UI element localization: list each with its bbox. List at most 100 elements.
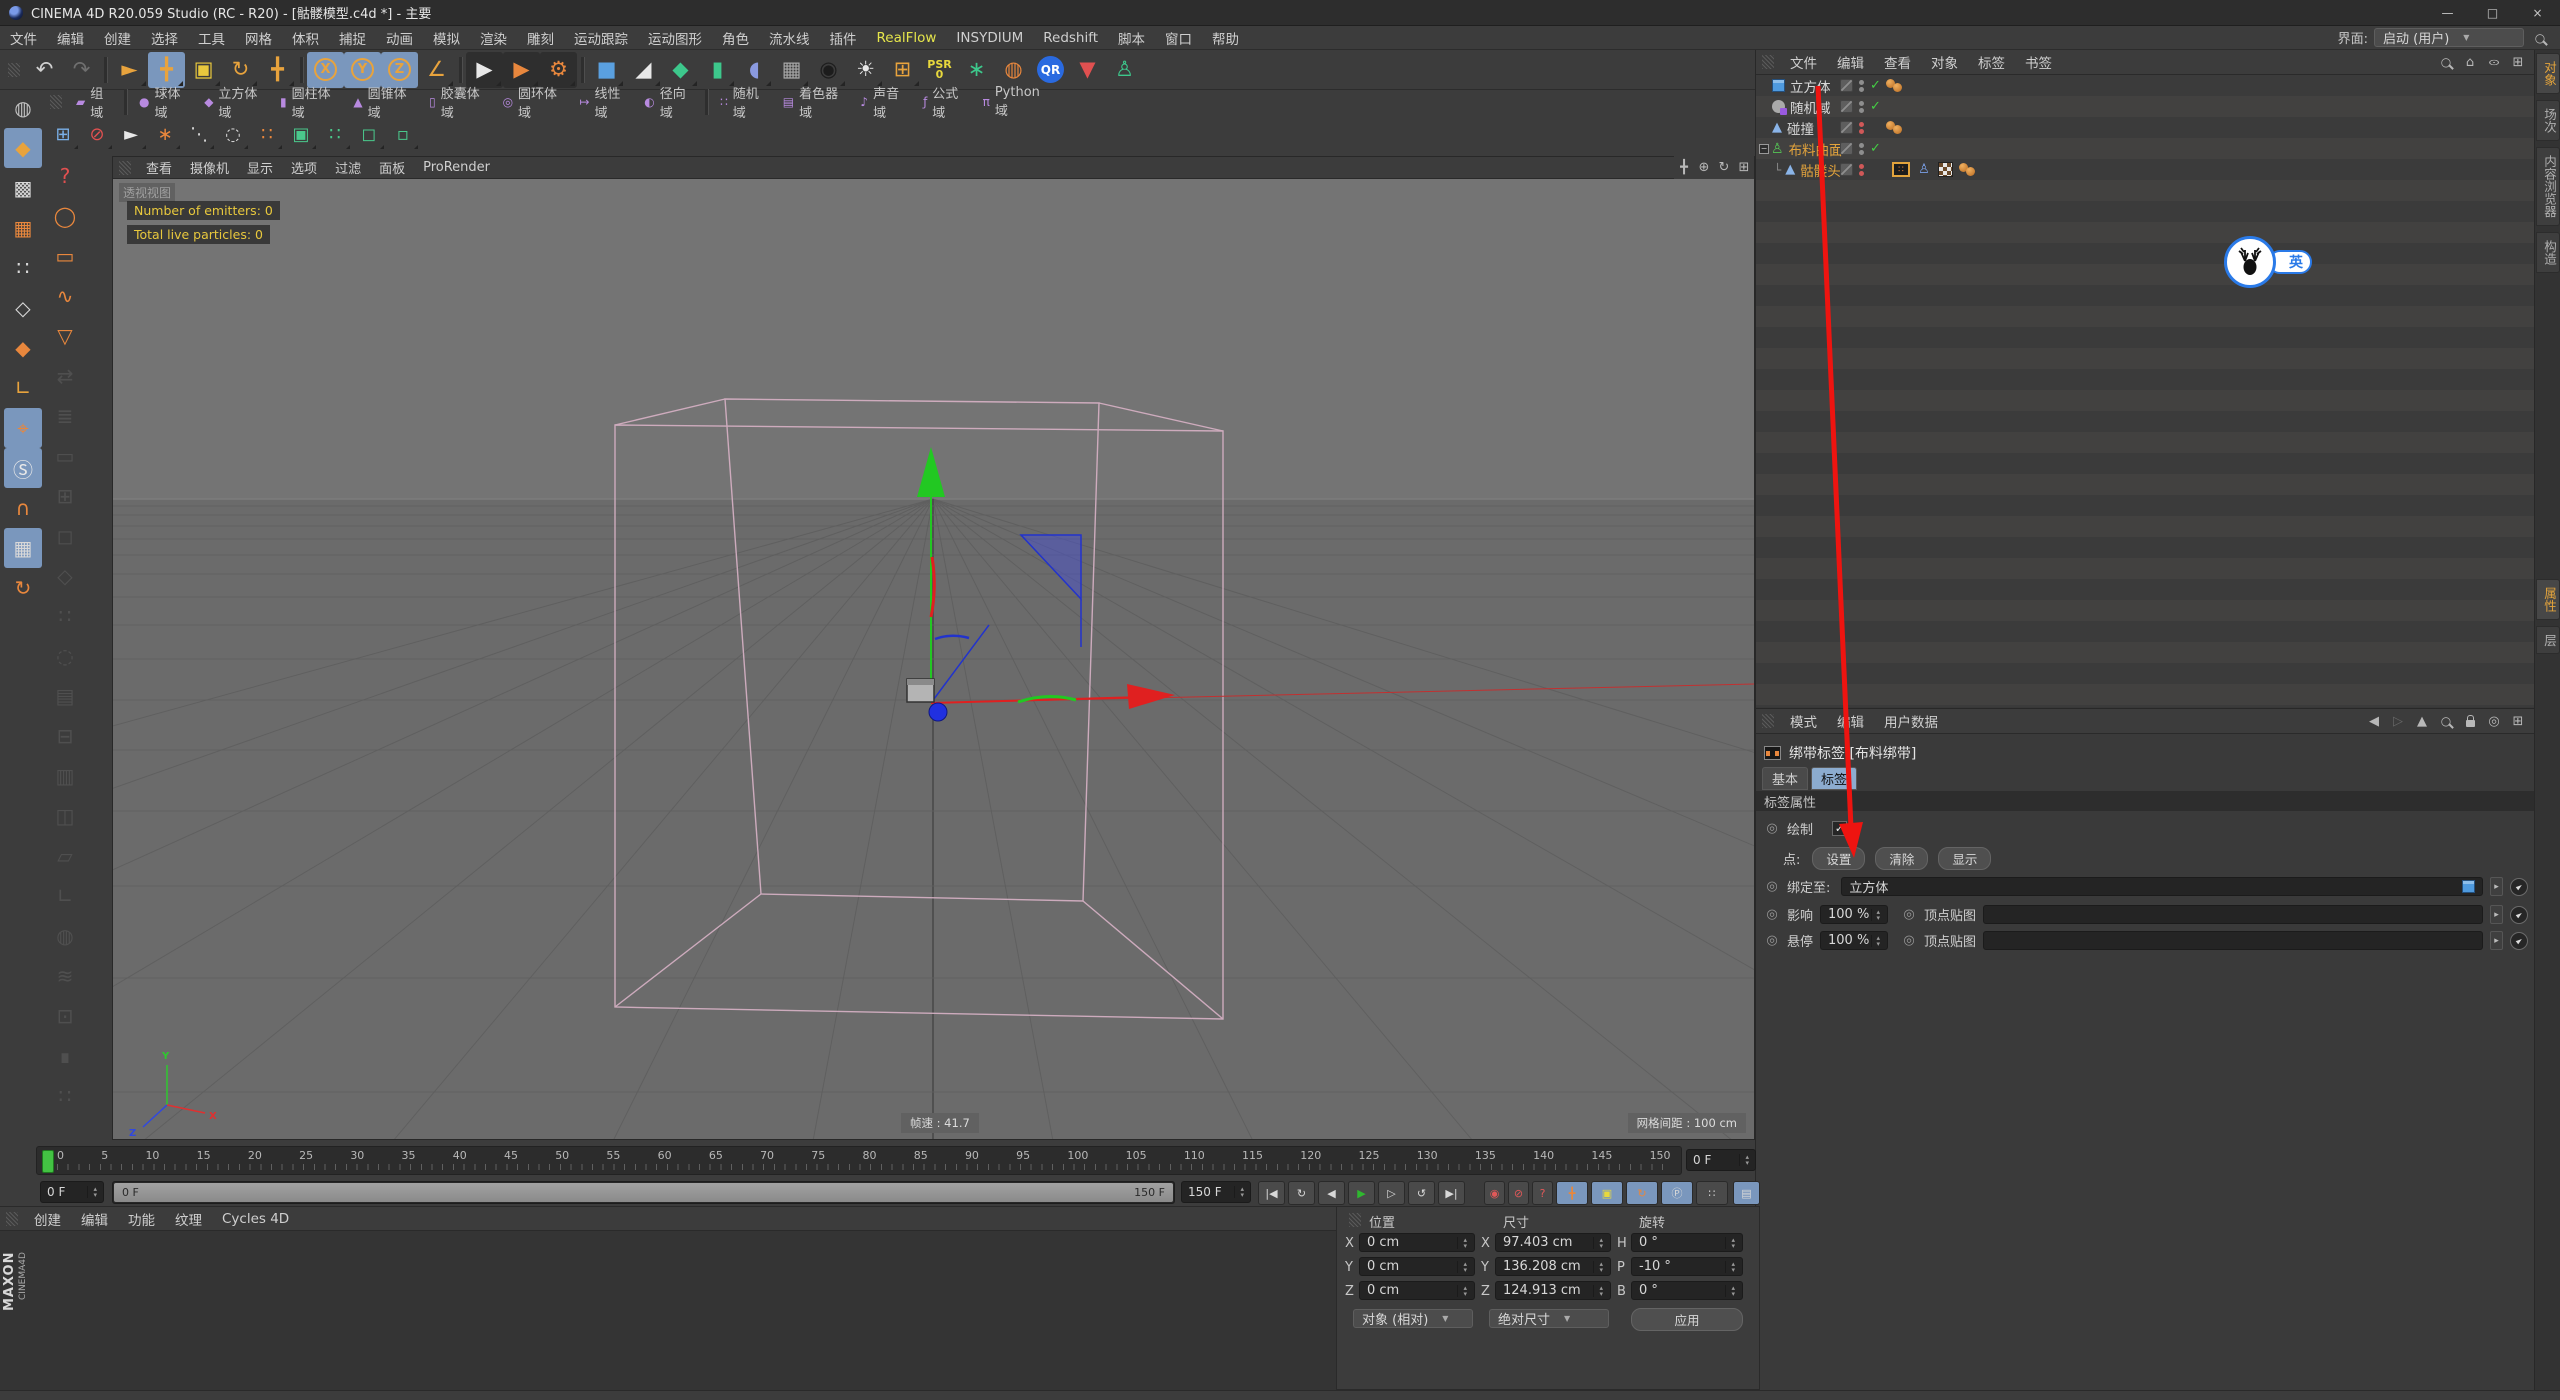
object-row-random-field[interactable]: 随机域 <box>1756 96 2534 117</box>
menu-item[interactable]: INSYDIUM <box>946 30 1033 46</box>
pos-y-field[interactable]: 0 cm <box>1359 1257 1475 1276</box>
axis-mode-icon[interactable]: ∟ <box>4 368 42 408</box>
close-icon[interactable]: × <box>2515 0 2560 25</box>
formula-field-icon[interactable]: ƒ公式域 <box>915 91 975 113</box>
panel-grip[interactable] <box>1349 1213 1361 1227</box>
extrude-tool-icon[interactable]: ≣ <box>47 396 83 436</box>
panel-grip[interactable] <box>6 1212 18 1226</box>
set-value-tool-icon[interactable]: ∎ <box>47 1036 83 1076</box>
snap-grid-points-icon[interactable]: ∷ <box>250 117 284 151</box>
menu-item[interactable]: 网格 <box>235 28 282 48</box>
snap-knot-icon[interactable]: ∗ <box>148 117 182 151</box>
om-menu-item[interactable]: 标签 <box>1968 52 2015 72</box>
tool-button[interactable] <box>581 57 584 83</box>
panel-grip[interactable] <box>1762 55 1774 69</box>
forward-icon[interactable]: ▷ <box>2388 712 2408 730</box>
playhead[interactable] <box>42 1150 54 1173</box>
spherical-field-icon[interactable]: ●球体域 <box>131 91 196 113</box>
coord-mode-dropdown[interactable]: 对象 (相对) <box>1353 1309 1473 1328</box>
material-menu-item[interactable]: 功能 <box>118 1209 165 1229</box>
downloader-icon[interactable]: ▼ <box>1069 52 1106 88</box>
undo-icon[interactable]: ↶ <box>26 52 63 88</box>
lock-icon[interactable] <box>2460 712 2480 730</box>
target-icon[interactable]: ◎ <box>2484 712 2504 730</box>
anim-dot-icon[interactable] <box>1764 879 1780 894</box>
dynamics-tag-icon[interactable] <box>1959 163 1977 177</box>
matrix-extrude-icon[interactable]: ∷ <box>47 596 83 636</box>
field-button[interactable] <box>705 89 708 115</box>
view-pan-icon[interactable]: ╋ <box>1674 158 1694 176</box>
panel-tab[interactable]: 内容浏览器 <box>2536 147 2560 226</box>
view-layout-icon[interactable]: ⊞ <box>1734 158 1754 176</box>
range-slider[interactable]: 0 F 150 F <box>112 1181 1175 1204</box>
back-icon[interactable]: ◀ <box>2364 712 2384 730</box>
object-row-cloth-surface[interactable]: − ♙ 布料曲面 <box>1756 138 2534 159</box>
brush-tool-icon[interactable]: ◍ <box>47 916 83 956</box>
normal-move-icon[interactable]: ▤ <box>47 676 83 716</box>
random-field-icon[interactable]: ∷随机域 <box>712 91 775 113</box>
snap-disable-icon[interactable]: ⊘ <box>80 117 114 151</box>
cone-field-icon[interactable]: ▲圆锥体域 <box>345 91 421 113</box>
enable-dots[interactable] <box>1859 80 1864 92</box>
anim-dot-icon[interactable] <box>1901 933 1917 948</box>
pick-object-icon[interactable] <box>2510 906 2528 924</box>
goto-end-icon[interactable]: ▶| <box>1438 1181 1465 1205</box>
pose-morph-icon[interactable]: ♙ <box>1106 52 1143 88</box>
toolbar-grip[interactable] <box>50 95 62 109</box>
layer-toggle[interactable] <box>1840 100 1853 113</box>
sound-field-icon[interactable]: ♪声音域 <box>852 91 915 113</box>
rot-b-field[interactable]: 0 ° <box>1631 1281 1743 1300</box>
radial-field-icon[interactable]: ◐径向域 <box>636 91 701 113</box>
layer-toggle[interactable] <box>1840 163 1853 176</box>
view-rotate-icon[interactable]: ↻ <box>1714 158 1734 176</box>
timeline-window-icon[interactable]: ▤ <box>1733 1181 1760 1205</box>
edges-mode-icon[interactable]: ◇ <box>4 288 42 328</box>
menu-item[interactable]: 运动图形 <box>638 28 712 48</box>
disable-dots[interactable] <box>1859 122 1864 134</box>
viewport-grip[interactable] <box>119 161 131 175</box>
anim-dot-icon[interactable] <box>1764 933 1780 948</box>
linear-field-icon[interactable]: ↦线性域 <box>571 91 636 113</box>
normal-rotate-icon[interactable]: ▥ <box>47 756 83 796</box>
snap-cube-points-icon[interactable]: ▣ <box>284 117 318 151</box>
normal-scale-icon[interactable]: ⊟ <box>47 716 83 756</box>
snap-spline-icon[interactable]: ► <box>114 117 148 151</box>
stitch-tool-icon[interactable]: ▱ <box>47 836 83 876</box>
weld-tool-icon[interactable]: ∟ <box>47 876 83 916</box>
menu-item[interactable]: 运动跟踪 <box>564 28 638 48</box>
anim-dot-icon[interactable] <box>1901 907 1917 922</box>
model-mode-icon[interactable]: ◆ <box>4 128 42 168</box>
cloth-tag-icon[interactable]: ♙ <box>1916 162 1932 177</box>
view-zoom-icon[interactable]: ⊕ <box>1694 158 1714 176</box>
anim-dot-icon[interactable] <box>1764 821 1780 836</box>
add-icon[interactable]: ⊞ <box>2508 712 2528 730</box>
pos-x-field[interactable]: 0 cm <box>1359 1233 1475 1252</box>
dynamics-tag-icon[interactable] <box>1886 121 1904 135</box>
material-list-area[interactable] <box>0 1231 1336 1390</box>
disable-dots[interactable] <box>1859 164 1864 176</box>
qr-cycles-icon[interactable]: QR <box>1032 52 1069 88</box>
menu-item[interactable]: 窗口 <box>1155 28 1202 48</box>
object-row-skull[interactable]: └ ▲ 骷髅头 ∷ ♙ <box>1756 159 2534 180</box>
key-parameter-icon[interactable]: Ⓟ <box>1661 1181 1693 1205</box>
shader-field-icon[interactable]: ▤着色器域 <box>775 91 853 113</box>
field-button[interactable] <box>124 89 127 115</box>
size-mode-dropdown[interactable]: 绝对尺寸 <box>1489 1309 1609 1328</box>
key-rotation-icon[interactable]: ↻ <box>1626 1181 1658 1205</box>
material-menu-item[interactable]: Cycles 4D <box>212 1211 299 1227</box>
point-action-button[interactable]: 设置 <box>1812 847 1865 870</box>
snap-s-icon[interactable]: Ⓢ <box>4 448 42 488</box>
menu-item[interactable]: 脚本 <box>1108 28 1155 48</box>
dynamics-tag-icon[interactable] <box>1886 79 1904 93</box>
am-tab[interactable]: 基本 <box>1762 767 1808 790</box>
pointer-icon[interactable]: ▲ <box>2412 712 2432 730</box>
workplane-lock-icon[interactable]: ▦ <box>4 528 42 568</box>
viewport-menu-item[interactable]: 摄像机 <box>181 158 238 177</box>
am-tab[interactable]: 标签 <box>1811 767 1857 790</box>
menu-item[interactable]: 雕刻 <box>517 28 564 48</box>
viewport-menu-item[interactable]: 面板 <box>370 158 414 177</box>
live-selection-icon[interactable]: ◯ <box>47 196 83 236</box>
minimize-icon[interactable]: — <box>2425 0 2470 25</box>
pick-object-icon[interactable] <box>2510 932 2528 950</box>
anim-dot-icon[interactable] <box>1764 907 1780 922</box>
